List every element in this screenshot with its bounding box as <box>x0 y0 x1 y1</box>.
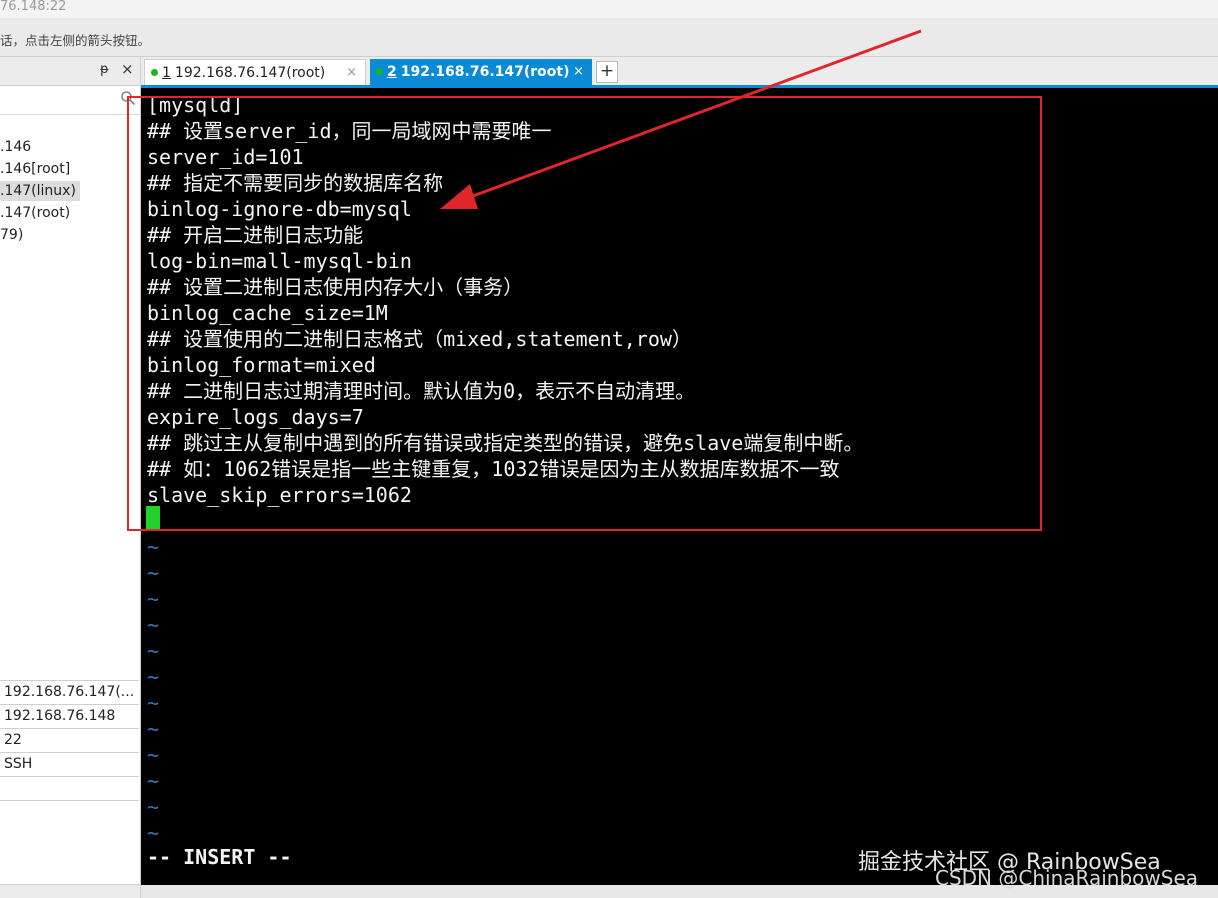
terminal-line: ## 设置server_id，同一局域网中需要唯一 <box>147 119 552 143</box>
sidebar-header: ᵽ × <box>0 57 140 86</box>
window-title: 76.148:22 <box>0 0 67 14</box>
tab-close-icon[interactable]: × <box>346 60 357 86</box>
tab-label: 192.168.76.147(root) <box>174 65 326 81</box>
terminal-line: slave_skip_errors=1062 <box>147 483 412 507</box>
property-row: 22 <box>0 728 139 752</box>
terminal-line: ## 开启二进制日志功能 <box>147 223 364 247</box>
terminal-view[interactable]: [mysqld] ## 设置server_id，同一局域网中需要唯一 server_… <box>141 88 1218 885</box>
connected-status-icon <box>151 69 158 76</box>
add-tab-button[interactable]: + <box>596 61 618 83</box>
info-bar: 话，点击左侧的箭头按钮。 <box>0 18 1218 57</box>
session-tree-item[interactable]: .147(root) <box>0 203 70 223</box>
tab-label: 192.168.76.147(root) <box>400 64 570 80</box>
vim-tilde-line: ~ <box>147 691 160 715</box>
vim-tilde-line: ~ <box>147 561 160 585</box>
tab-number: 1 <box>162 65 171 81</box>
terminal-cursor <box>146 506 160 530</box>
session-search-bar[interactable] <box>0 86 140 115</box>
session-tab-2[interactable]: 2 192.168.76.147(root) × <box>370 59 592 85</box>
property-value: 22 <box>4 732 22 748</box>
sidebar-footer <box>0 884 140 898</box>
terminal-line: ## 指定不需要同步的数据库名称 <box>147 171 444 195</box>
window-titlebar: 76.148:22 <box>0 0 1218 18</box>
session-tree-item[interactable]: .146[root] <box>0 159 70 179</box>
session-sidebar: ᵽ × .146 .146[root] .147(linux) .147(roo… <box>0 57 141 898</box>
terminal-lines: [mysqld] ## 设置server_id，同一局域网中需要唯一 server_… <box>147 92 863 508</box>
session-tree-item[interactable]: 79) <box>0 225 23 245</box>
csdn-watermark: CSDN @ChinaRainbowSea <box>935 866 1198 890</box>
vim-tilde-line: ~ <box>147 665 160 689</box>
terminal-line: expire_logs_days=7 <box>147 405 364 429</box>
property-value <box>0 780 4 796</box>
vim-tilde-line: ~ <box>147 587 160 611</box>
vim-mode-indicator: -- INSERT -- <box>147 845 292 869</box>
property-value: SSH <box>4 756 33 772</box>
terminal-line: ## 二进制日志过期清理时间。默认值为0，表示不自动清理。 <box>147 379 696 403</box>
session-tab-bar: 1 192.168.76.147(root) × 2 192.168.76.147(… <box>141 57 1218 88</box>
tab-close-icon[interactable]: × <box>573 59 584 85</box>
property-row <box>0 800 139 824</box>
info-bar-text: 话，点击左侧的箭头按钮。 <box>0 33 151 48</box>
property-value: 192.168.76.148 <box>4 708 116 724</box>
connected-status-icon <box>376 68 383 75</box>
terminal-line: binlog_format=mixed <box>147 353 376 377</box>
property-row: SSH <box>0 752 139 776</box>
vim-tilde-line: ~ <box>147 535 160 559</box>
terminal-line: ## 跳过主从复制中遇到的所有错误或指定类型的错误，避免slave端复制中断。 <box>147 431 864 455</box>
tab-number: 2 <box>387 64 397 80</box>
vim-tilde-line: ~ <box>147 613 160 637</box>
terminal-line: server_id=101 <box>147 145 304 169</box>
terminal-line: [mysqld] <box>147 93 244 117</box>
property-row <box>0 776 139 800</box>
vim-tilde-line: ~ <box>147 639 160 663</box>
property-row: 192.168.76.147(... <box>0 680 139 704</box>
terminal-line: log-bin=mall-mysql-bin <box>147 249 412 273</box>
terminal-line: binlog-ignore-db=mysql <box>147 197 412 221</box>
property-value: 192.168.76.147(... <box>4 684 135 700</box>
terminal-line: ## 设置使用的二进制日志格式（mixed,statement,row） <box>147 327 692 351</box>
property-value <box>0 804 4 820</box>
property-row: 192.168.76.148 <box>0 704 139 728</box>
pin-icon[interactable]: ᵽ <box>100 62 109 77</box>
close-icon[interactable]: × <box>121 60 134 78</box>
vim-empty-lines: ~ ~ ~ ~ ~ ~ ~ ~ ~ ~ ~ ~ <box>147 534 159 846</box>
session-tree-item-selected[interactable]: .147(linux) <box>0 181 80 201</box>
search-icon[interactable] <box>120 90 136 106</box>
terminal-line: ## 如：1062错误是指一些主键重复，1032错误是因为主从数据库数据不一致 <box>147 457 840 481</box>
session-tree-item[interactable]: .146 <box>0 137 31 157</box>
vim-tilde-line: ~ <box>147 743 160 767</box>
vim-tilde-line: ~ <box>147 769 160 793</box>
terminal-line: binlog_cache_size=1M <box>147 301 388 325</box>
session-tab-1[interactable]: 1 192.168.76.147(root) × <box>144 59 366 85</box>
terminal-line: ## 设置二进制日志使用内存大小（事务） <box>147 275 524 299</box>
vim-tilde-line: ~ <box>147 795 160 819</box>
vim-tilde-line: ~ <box>147 717 160 741</box>
vim-tilde-line: ~ <box>147 821 160 845</box>
